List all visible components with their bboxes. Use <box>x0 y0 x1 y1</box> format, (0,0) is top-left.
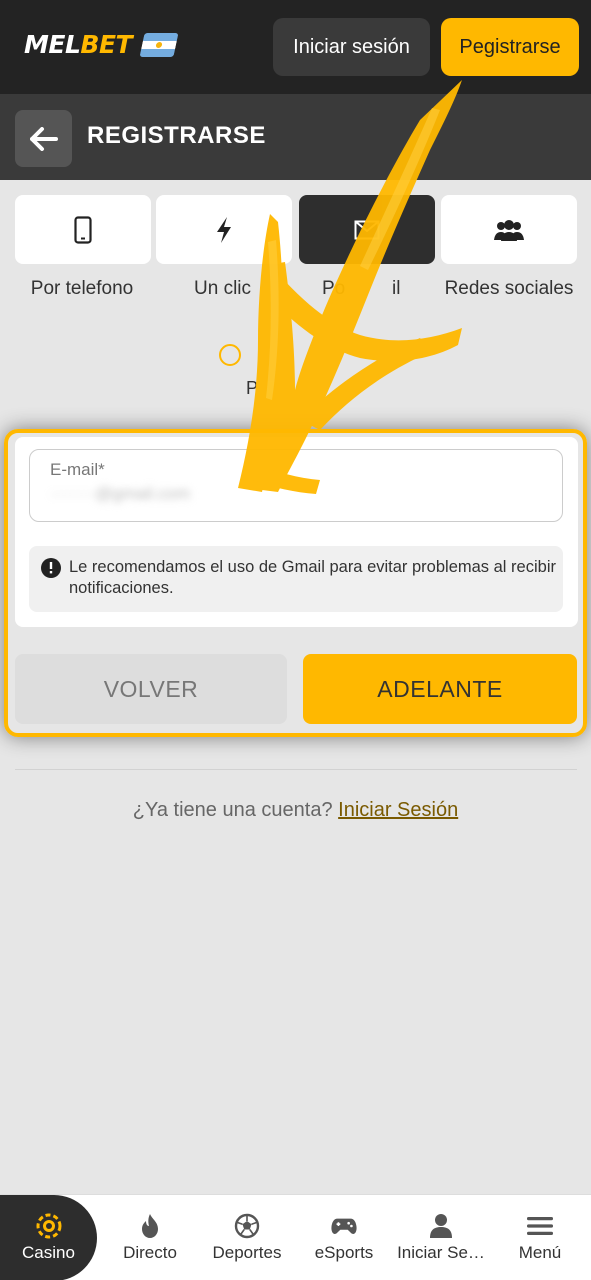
login-button[interactable]: Iniciar sesión <box>273 18 430 76</box>
existing-account-question: ¿Ya tiene una cuenta? <box>132 799 333 821</box>
divider <box>15 769 577 770</box>
melbet-logo[interactable]: MELBET <box>24 30 179 59</box>
page-title: REGISTRARSE <box>87 122 266 149</box>
envelope-icon <box>354 220 380 239</box>
nav-casino[interactable]: Casino <box>0 1195 97 1280</box>
logo-text-prefix: MEL <box>24 30 81 59</box>
phone-icon <box>74 215 92 244</box>
register-button[interactable]: Pegistrarse <box>441 18 579 76</box>
nav-label-sports: Deportes <box>212 1243 282 1262</box>
bottom-navigation: Casino Directo Deportes eSports Iniciar … <box>0 1194 591 1280</box>
email-form-card: E-mail* ········@gmail.com Le recomendam… <box>15 437 578 627</box>
arrow-left-icon <box>29 126 58 151</box>
back-button[interactable] <box>15 110 72 167</box>
nav-label-casino: Casino <box>22 1243 75 1262</box>
notice-text: Le recomendamos el uso de Gmail para evi… <box>69 558 556 597</box>
menu-icon <box>527 1213 553 1239</box>
step-indicator-dot <box>219 344 241 366</box>
argentina-flag-icon <box>139 32 179 57</box>
email-field-value: ········@gmail.com <box>50 484 191 503</box>
top-bar: MELBET Iniciar sesión Pegistrarse <box>0 0 591 94</box>
fire-icon <box>137 1213 163 1239</box>
login-link[interactable]: Iniciar Sesión <box>338 799 458 821</box>
nav-sports[interactable]: Deportes <box>198 1195 296 1280</box>
nav-menu[interactable]: Menú <box>490 1195 590 1280</box>
casino-chip-icon <box>36 1213 62 1239</box>
email-field-label: E-mail* <box>50 460 105 479</box>
back-step-button[interactable]: VOLVER <box>15 654 287 724</box>
nav-login[interactable]: Iniciar Se… <box>392 1195 490 1280</box>
tab-phone[interactable] <box>15 195 151 264</box>
info-icon <box>41 558 61 578</box>
nav-label-live: Directo <box>123 1243 177 1262</box>
step-label: P <box>246 378 259 398</box>
tab-one-click[interactable] <box>156 195 292 264</box>
tab-email[interactable] <box>299 195 435 264</box>
title-bar: REGISTRARSE <box>0 94 591 180</box>
gmail-notice: Le recomendamos el uso de Gmail para evi… <box>29 546 563 612</box>
existing-account-prompt: ¿Ya tiene una cuenta? Iniciar Sesión <box>0 799 591 822</box>
tab-label-phone: Por telefono <box>30 278 134 299</box>
nav-label-login: Iniciar Se… <box>397 1243 485 1262</box>
tab-label-one-click: Un clic <box>194 278 252 299</box>
next-step-button[interactable]: ADELANTE <box>303 654 577 724</box>
soccer-ball-icon <box>234 1213 260 1239</box>
lightning-icon <box>217 216 231 243</box>
nav-live[interactable]: Directo <box>101 1195 199 1280</box>
tab-social[interactable] <box>441 195 577 264</box>
nav-label-menu: Menú <box>518 1243 562 1262</box>
nav-esports[interactable]: eSports <box>295 1195 393 1280</box>
nav-label-esports: eSports <box>314 1243 374 1262</box>
tab-label-email-end: il <box>392 278 401 299</box>
tab-label-social: Redes sociales <box>444 278 574 299</box>
logo-text-suffix: BET <box>80 30 133 59</box>
email-field[interactable]: E-mail* ········@gmail.com <box>29 449 563 522</box>
user-icon <box>428 1213 454 1239</box>
gamepad-icon <box>331 1213 357 1239</box>
people-icon <box>494 219 524 241</box>
